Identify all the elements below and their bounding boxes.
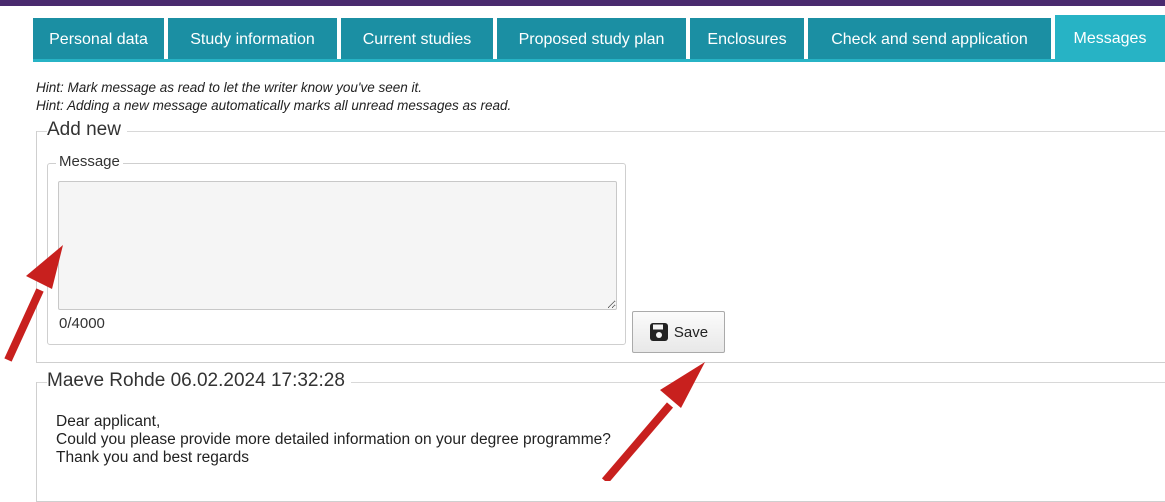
- tab-bar: Personal data Study information Current …: [33, 6, 1165, 62]
- tab-current-studies[interactable]: Current studies: [341, 18, 493, 62]
- tab-messages[interactable]: Messages: [1055, 15, 1165, 62]
- hint-auto-mark-read: Hint: Adding a new message automatically…: [36, 98, 512, 113]
- tab-strip: [33, 59, 1165, 62]
- tab-study-information[interactable]: Study information: [168, 18, 337, 62]
- message-textarea[interactable]: [58, 181, 617, 310]
- tab-proposed-study-plan[interactable]: Proposed study plan: [497, 18, 686, 62]
- tab-check-and-send[interactable]: Check and send application: [808, 18, 1051, 62]
- floppy-disk-icon: [649, 323, 668, 341]
- hint-mark-read: Hint: Mark message as read to let the wr…: [36, 80, 422, 95]
- save-button[interactable]: Save: [632, 311, 725, 353]
- tab-personal-data[interactable]: Personal data: [33, 18, 164, 62]
- character-counter: 0/4000: [59, 315, 105, 332]
- message-legend: Message: [56, 153, 123, 170]
- message-body: Dear applicant, Could you please provide…: [56, 413, 611, 467]
- message-line: Could you please provide more detailed i…: [56, 431, 611, 448]
- save-button-label: Save: [673, 323, 709, 341]
- tab-enclosures[interactable]: Enclosures: [690, 18, 804, 62]
- message-line: Dear applicant,: [56, 413, 161, 430]
- message-line: Thank you and best regards: [56, 449, 250, 466]
